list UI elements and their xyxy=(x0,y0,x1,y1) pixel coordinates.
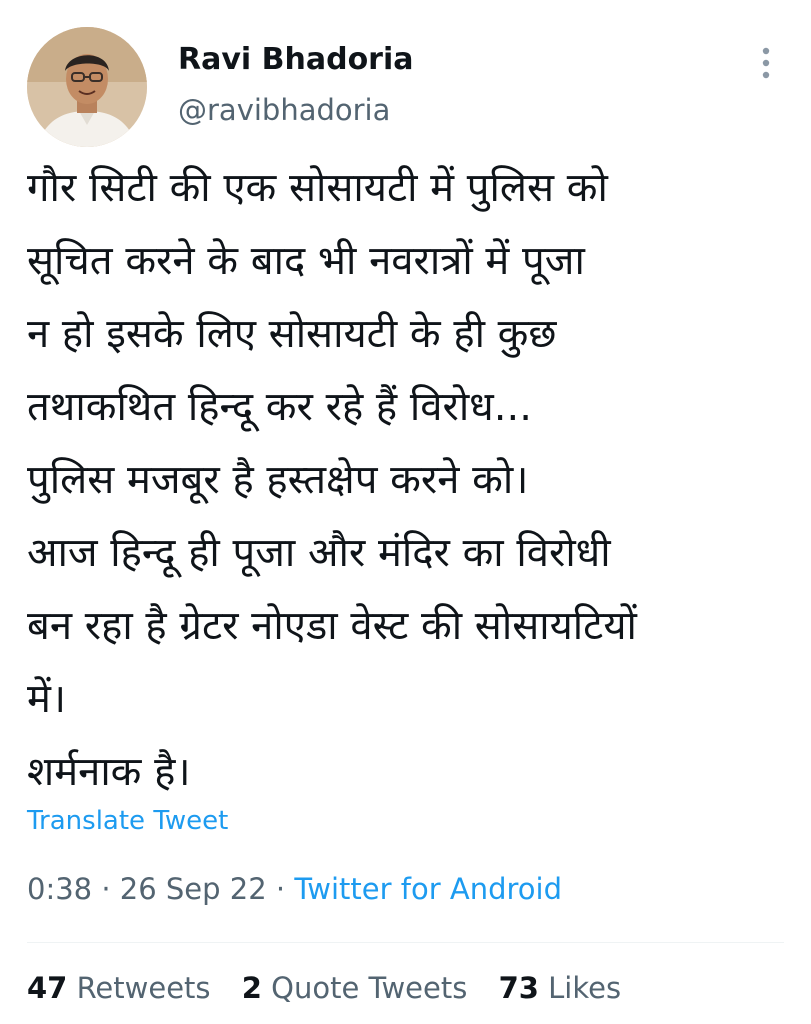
divider xyxy=(27,942,784,943)
tweet-date[interactable]: 26 Sep 22 xyxy=(120,872,267,906)
tweet-text: गौर सिटी की एक सोसायटी में पुलिस को सूचि… xyxy=(27,152,797,809)
likes-count: 73 xyxy=(498,971,539,1005)
likes-stat[interactable]: 73 Likes xyxy=(499,971,622,1005)
author-handle[interactable]: @ravibhadoria xyxy=(178,93,390,127)
translate-tweet-link[interactable]: Translate Tweet xyxy=(27,806,228,836)
avatar[interactable] xyxy=(27,27,147,147)
tweet-time[interactable]: 0:38 xyxy=(27,872,92,906)
meta-separator: · xyxy=(92,872,120,906)
tweet-stats: 47 Retweets 2 Quote Tweets 73 Likes xyxy=(27,971,643,1005)
tweet-source-link[interactable]: Twitter for Android xyxy=(294,872,562,906)
tweet-line: गौर सिटी की एक सोसायटी में पुलिस को xyxy=(27,165,608,211)
tweet-line: तथाकथित हिन्दू कर रहे हैं विरोध... xyxy=(27,384,532,430)
tweet-line: सूचित करने के बाद भी नवरात्रों में पूजा xyxy=(27,238,585,284)
meta-separator: · xyxy=(266,872,295,906)
quote-tweets-label: Quote Tweets xyxy=(271,971,468,1005)
tweet-line: में। xyxy=(27,676,67,722)
tweet-line: आज हिन्दू ही पूजा और मंदिर का विरोधी xyxy=(27,530,611,576)
tweet-line: बन रहा है ग्रेटर नोएडा वेस्ट की सोसायटिय… xyxy=(27,603,637,649)
tweet-line: न हो इसके लिए सोसायटी के ही कुछ xyxy=(27,311,557,357)
quote-tweets-count: 2 xyxy=(241,971,262,1005)
more-vertical-icon xyxy=(762,47,770,79)
author-display-name[interactable]: Ravi Bhadoria xyxy=(178,42,414,77)
retweets-count: 47 xyxy=(27,971,68,1005)
quote-tweets-stat[interactable]: 2 Quote Tweets xyxy=(242,971,468,1005)
more-options-button[interactable] xyxy=(748,42,784,84)
tweet-meta: 0:38 · 26 Sep 22 · Twitter for Android xyxy=(27,872,562,906)
retweets-stat[interactable]: 47 Retweets xyxy=(27,971,211,1005)
tweet-line: पुलिस मजबूर है हस्तक्षेप करने को। xyxy=(27,457,529,503)
tweet-line: शर्मनाक है। xyxy=(27,749,191,795)
retweets-label: Retweets xyxy=(76,971,211,1005)
likes-label: Likes xyxy=(548,971,622,1005)
